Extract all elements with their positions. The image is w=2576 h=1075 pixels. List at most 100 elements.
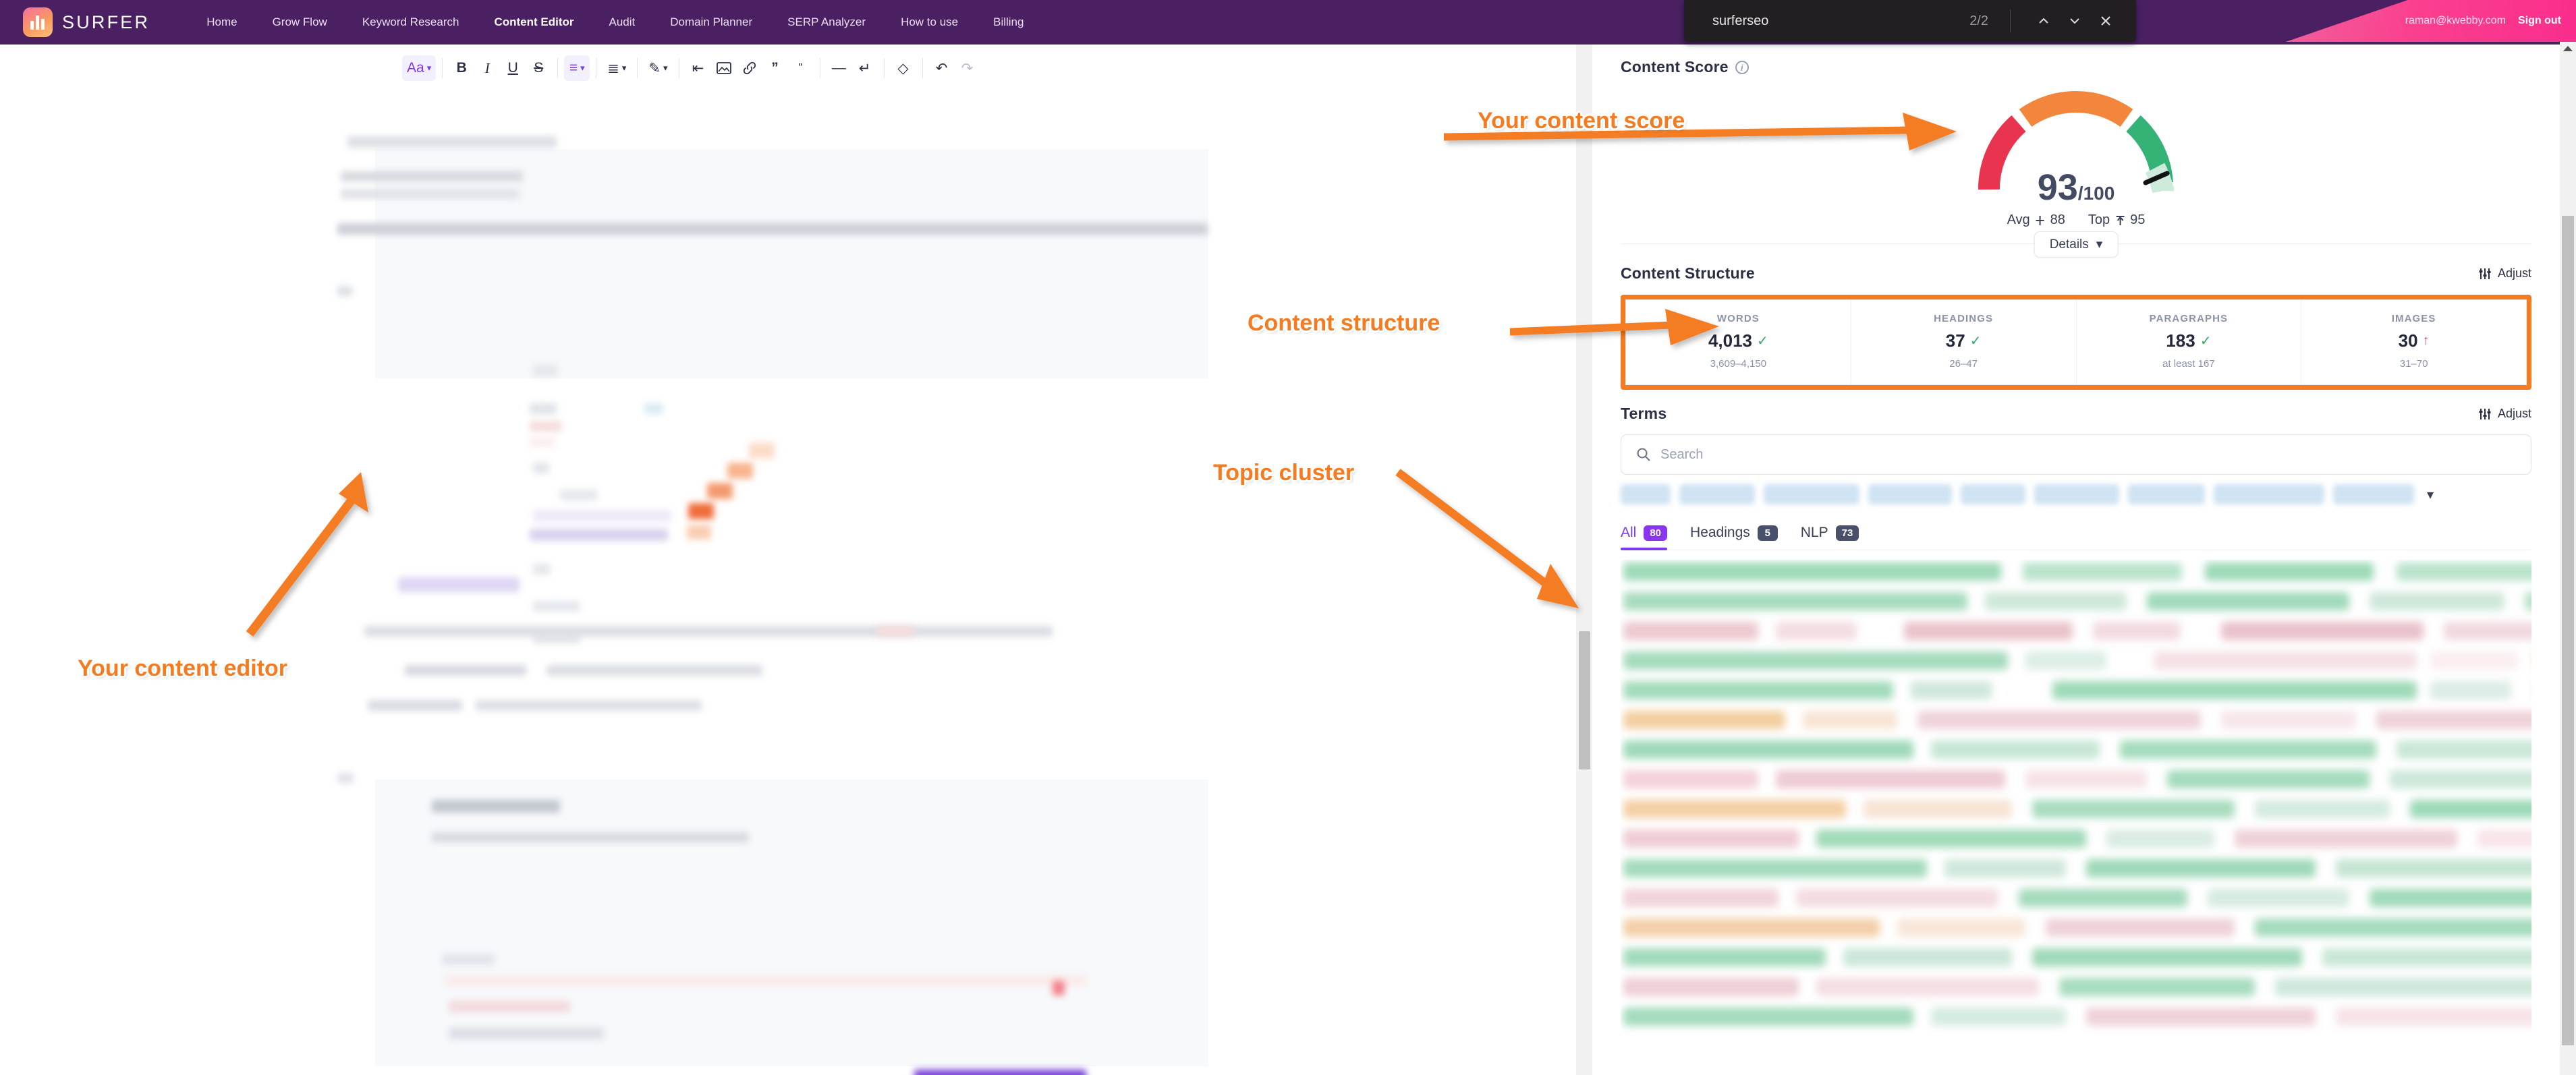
undo-button[interactable]: ↶ (929, 55, 955, 81)
strikethrough-button[interactable]: S (526, 55, 551, 81)
term-row[interactable] (2430, 681, 2511, 699)
term-row[interactable] (2147, 592, 2349, 610)
tab-all[interactable]: All 80 (1621, 525, 1668, 550)
term-row[interactable] (1623, 651, 2008, 670)
term-row[interactable] (2275, 978, 2531, 996)
term-chip[interactable] (1679, 484, 1755, 504)
term-row[interactable] (2059, 978, 2255, 996)
term-row[interactable] (1623, 800, 1846, 818)
term-row[interactable] (1623, 740, 1913, 759)
term-row[interactable] (1816, 830, 2086, 848)
term-row[interactable] (1623, 948, 1826, 966)
term-row[interactable] (1623, 622, 1758, 640)
term-row[interactable] (1776, 622, 1857, 640)
term-row[interactable] (1897, 919, 2025, 937)
term-row[interactable] (2106, 830, 2214, 848)
terms-search-box[interactable]: Search (1621, 434, 2531, 475)
term-row[interactable] (2370, 889, 2531, 907)
term-row[interactable] (1904, 622, 2073, 640)
term-row[interactable] (2525, 592, 2531, 610)
indent-button[interactable]: ⇤ (685, 55, 711, 81)
term-row[interactable] (1796, 889, 1998, 907)
nav-item-domain-planner[interactable]: Domain Planner (652, 0, 770, 45)
term-row[interactable] (1623, 681, 1893, 699)
term-row[interactable] (1843, 948, 2012, 966)
term-row[interactable] (1776, 770, 2005, 788)
term-chip[interactable] (2034, 484, 2119, 504)
term-row[interactable] (1623, 859, 1927, 877)
term-row[interactable] (2023, 562, 2182, 581)
term-row[interactable] (1917, 711, 2201, 729)
nav-item-serp-analyzer[interactable]: SERP Analyzer (770, 0, 883, 45)
term-row[interactable] (2477, 830, 2531, 848)
tab-nlp[interactable]: NLP 73 (1801, 525, 1859, 550)
sign-out-button[interactable]: Sign out (2518, 15, 2561, 27)
term-row[interactable] (2255, 919, 2531, 937)
term-row[interactable] (2255, 800, 2390, 818)
term-chip[interactable] (2333, 484, 2414, 504)
italic-button[interactable]: I (474, 55, 500, 81)
chevron-down-icon[interactable] (2059, 5, 2090, 36)
term-row[interactable] (1911, 681, 1992, 699)
term-row[interactable] (2120, 740, 2376, 759)
term-chip[interactable] (2214, 484, 2324, 504)
term-chip[interactable] (1868, 484, 1952, 504)
line-break-button[interactable]: ↵ (852, 55, 878, 81)
term-row[interactable] (1623, 711, 1785, 729)
terms-adjust-button[interactable]: Adjust (2478, 407, 2531, 421)
chevron-up-icon[interactable] (2028, 5, 2059, 36)
close-icon[interactable] (2090, 5, 2121, 36)
term-row[interactable] (2205, 562, 2374, 581)
term-row[interactable] (1931, 740, 2100, 759)
align-button[interactable]: ≡ ▾ (564, 55, 590, 81)
clear-format-button[interactable]: ◇ (891, 55, 916, 81)
details-button[interactable]: Details ▾ (2034, 231, 2119, 258)
nav-item-keyword-research[interactable]: Keyword Research (345, 0, 477, 45)
term-row[interactable] (2052, 681, 2417, 699)
term-row[interactable] (2025, 651, 2106, 670)
term-row[interactable] (2032, 948, 2302, 966)
term-row[interactable] (2154, 651, 2417, 670)
blockquote-button[interactable]: ” (762, 55, 788, 81)
term-row[interactable] (2370, 592, 2504, 610)
term-row[interactable] (1985, 592, 2127, 610)
term-row[interactable] (1864, 800, 2012, 818)
term-row[interactable] (1623, 592, 1967, 610)
term-row[interactable] (2086, 1008, 2316, 1026)
term-row[interactable] (2019, 889, 2187, 907)
nav-item-home[interactable]: Home (189, 0, 254, 45)
scroll-up-arrow-icon[interactable] (2563, 46, 2573, 51)
term-row[interactable] (1623, 889, 1779, 907)
ordered-list-button[interactable]: ≣ ▾ (603, 55, 631, 81)
underline-button[interactable]: U (500, 55, 526, 81)
term-row[interactable] (1623, 770, 1758, 788)
term-chip[interactable] (1961, 484, 2025, 504)
term-row[interactable] (2046, 919, 2235, 937)
term-row[interactable] (2336, 1008, 2531, 1026)
term-row[interactable] (1623, 562, 2001, 581)
bold-button[interactable]: B (449, 55, 474, 81)
term-row[interactable] (2444, 622, 2531, 640)
nav-item-grow-flow[interactable]: Grow Flow (255, 0, 345, 45)
redo-button[interactable]: ↷ (955, 55, 980, 81)
term-row[interactable] (2093, 622, 2181, 640)
nav-item-content-editor[interactable]: Content Editor (476, 0, 591, 45)
browser-scrollbar[interactable] (2560, 42, 2576, 1075)
insert-image-button[interactable] (711, 55, 737, 81)
term-row[interactable] (1816, 978, 2039, 996)
term-row[interactable] (2235, 830, 2457, 848)
term-chip[interactable] (1764, 484, 1859, 504)
nav-item-how-to-use[interactable]: How to use (883, 0, 976, 45)
browser-scrollbar-thumb[interactable] (2562, 216, 2574, 1045)
term-row[interactable] (1931, 1008, 2066, 1026)
editor-scrollbar-thumb[interactable] (1579, 631, 1590, 769)
term-row[interactable] (1803, 711, 1897, 729)
term-row[interactable] (2032, 800, 2235, 818)
term-row[interactable] (2376, 711, 2531, 729)
code-block-button[interactable]: ” (788, 55, 814, 81)
term-chip[interactable] (1621, 484, 1671, 504)
term-row[interactable] (1623, 978, 1799, 996)
horizontal-rule-button[interactable]: — (827, 55, 852, 81)
term-row[interactable] (1623, 1008, 1913, 1026)
term-row[interactable] (2208, 889, 2349, 907)
